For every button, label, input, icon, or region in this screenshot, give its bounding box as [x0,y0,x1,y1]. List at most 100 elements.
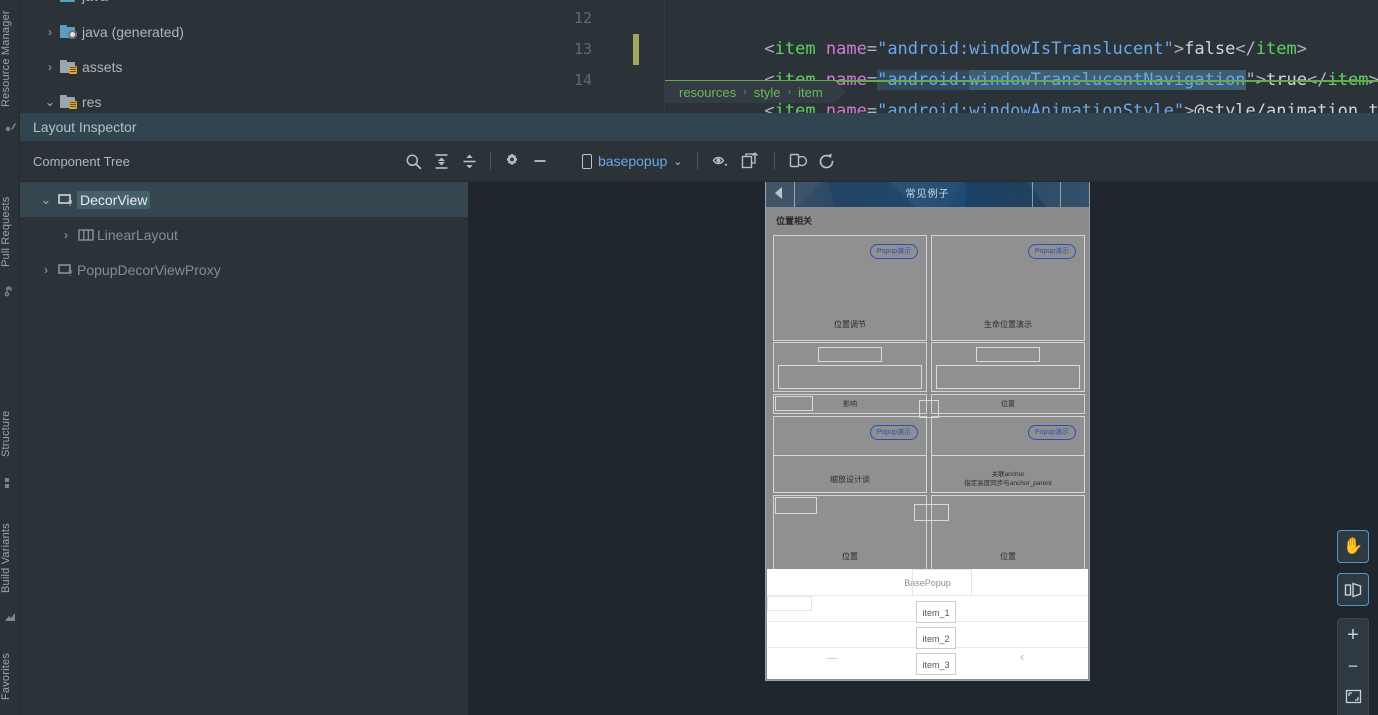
breadcrumb-separator-icon: › [743,86,747,98]
chevron-right-icon: › [42,0,58,3]
code-editor[interactable]: 12 <item name="android:windowIsTransluce… [530,0,1378,113]
breadcrumb-item-resources[interactable]: resources [675,85,740,100]
chevron-right-icon[interactable]: › [42,25,58,39]
layout-mode-icon [1344,582,1361,597]
project-tree-panel: › java › java (generated) › assets ⌄ res [20,0,530,113]
breadcrumb[interactable]: resources › style › item [665,81,846,103]
tree-node-linearlayout[interactable]: › LinearLayout [20,217,468,252]
zoom-in-icon: + [1347,623,1359,646]
left-tool-strip: Resource Manager Pull Requests Structure… [0,0,20,715]
app-body: 位置相关 Popup演示 位置调节 Popup演示 生命位置演示 影响 位置 P… [766,207,1089,680]
project-row-java-partial[interactable]: › java [20,0,530,13]
page-title: Layout Inspector [33,119,137,135]
tree-node-popupdecorviewproxy[interactable]: › ? PopupDecorViewProxy [20,252,468,287]
layer-spacing-icon[interactable] [736,147,764,175]
inspector-canvas[interactable]: 常见例子 位置相关 Popup演示 位置调节 Popup演示 生命位置演示 影响… [468,182,1378,715]
breadcrumb-item-style[interactable]: style [750,85,785,100]
app-title: 常见例子 [905,189,950,200]
svg-text:?: ? [68,199,73,207]
decor-view-icon: ? [55,263,77,277]
layout-inspector-titlebar[interactable]: Layout Inspector [20,113,1378,141]
build-variants-icon [4,610,16,622]
project-row-res[interactable]: ⌄ res [20,84,530,113]
inner-box [818,347,882,362]
project-row-label: java [82,0,108,4]
popup-item-3[interactable]: item_3 [916,653,956,675]
toolbar-divider [773,152,775,170]
row-label: 位置 [1001,401,1015,408]
inner-box [775,396,813,411]
resource-manager-icon [4,120,16,132]
breadcrumb-separator-icon: › [787,86,792,98]
popup-demo-button[interactable]: Popup演示 [1028,244,1076,259]
toolbar-divider [490,152,491,170]
inner-box [931,455,1085,493]
line-number: 12 [573,9,592,27]
component-tree[interactable]: ⌄ ? DecorView › LinearLayout › ? PopupDe… [20,182,468,715]
tree-node-decorview[interactable]: ⌄ ? DecorView [20,182,468,217]
gear-icon[interactable] [498,147,526,175]
strip-item-structure[interactable]: Structure [0,398,20,470]
expand-all-icon[interactable] [427,147,455,175]
strip-item-pull-requests[interactable]: Pull Requests [0,186,20,278]
project-row-assets[interactable]: › assets [20,49,530,84]
chevron-down-icon[interactable]: ⌄ [37,192,55,208]
decor-view-icon: ? [55,193,77,207]
folder-assets-icon [60,60,77,74]
project-row-label: assets [82,58,123,75]
minimize-icon[interactable] [526,147,554,175]
layout-mode-button[interactable] [1337,573,1369,606]
label-row-right: 位置 [931,394,1085,414]
line-number: 13 [573,40,592,58]
popup-item-1[interactable]: item_1 [916,601,956,623]
phone-icon [582,153,592,169]
popup-item-2[interactable]: item_2 [916,627,956,649]
card-1[interactable]: Popup演示 位置调节 [773,235,927,341]
structure-icon [4,476,16,488]
nav-back-icon[interactable]: ‹ [1020,649,1024,664]
chevron-right-icon[interactable]: › [57,228,75,242]
strip-item-favorites[interactable]: Favorites [0,640,20,712]
folder-java-icon [60,0,76,2]
inner-box [775,497,817,514]
device-selector[interactable]: basepopup ⌄ [578,148,687,174]
folder-generated-icon [60,25,77,39]
popup-overlay[interactable]: BasePopup item_1 item_2 item_3 — ‹ [767,569,1088,679]
card-2[interactable]: Popup演示 生命位置演示 [931,235,1085,341]
project-row-java-generated[interactable]: › java (generated) [20,14,530,49]
breadcrumb-item-item[interactable]: item [794,85,827,100]
device-name: basepopup [598,153,668,169]
popup-demo-button[interactable]: Popup演示 [1028,425,1076,440]
chevron-down-icon[interactable]: ⌄ [673,155,682,168]
zoom-out-button[interactable]: − [1337,650,1369,681]
inner-box [914,504,949,521]
device-render[interactable]: 常见例子 位置相关 Popup演示 位置调节 Popup演示 生命位置演示 影响… [765,182,1090,681]
app-titlebar: 常见例子 [766,182,1089,207]
zoom-in-button[interactable]: + [1337,619,1369,650]
refresh-icon[interactable] [813,147,841,175]
inspector-toolbar: basepopup ⌄ [562,141,1378,182]
collapse-all-icon[interactable] [455,147,483,175]
pan-tool-icon: ✋ [1343,537,1363,555]
modified-line-marker [633,34,639,65]
popup-demo-button[interactable]: Popup演示 [870,425,918,440]
linear-layout-icon [75,228,97,242]
strip-item-build-variants[interactable]: Build Variants [0,512,20,604]
zoom-to-fit-button[interactable] [1337,681,1369,712]
chevron-right-icon[interactable]: › [37,263,55,277]
nav-recents-icon[interactable]: — [827,653,837,664]
view-options-icon[interactable] [708,147,736,175]
chevron-down-icon[interactable]: ⌄ [42,94,58,110]
snapshot-icon[interactable] [785,147,813,175]
search-icon[interactable] [399,147,427,175]
strip-item-resource-manager[interactable]: Resource Manager [0,4,20,114]
zoom-to-fit-icon [1345,689,1361,704]
popup-demo-button[interactable]: Popup演示 [870,244,918,259]
svg-text:?: ? [68,269,73,277]
inner-box [773,455,927,493]
inner-box [976,347,1040,362]
chevron-right-icon[interactable]: › [42,60,58,74]
card-6[interactable]: 位置 [931,495,1085,575]
toolbar-divider [696,152,698,170]
pan-tool-button[interactable]: ✋ [1337,530,1369,563]
